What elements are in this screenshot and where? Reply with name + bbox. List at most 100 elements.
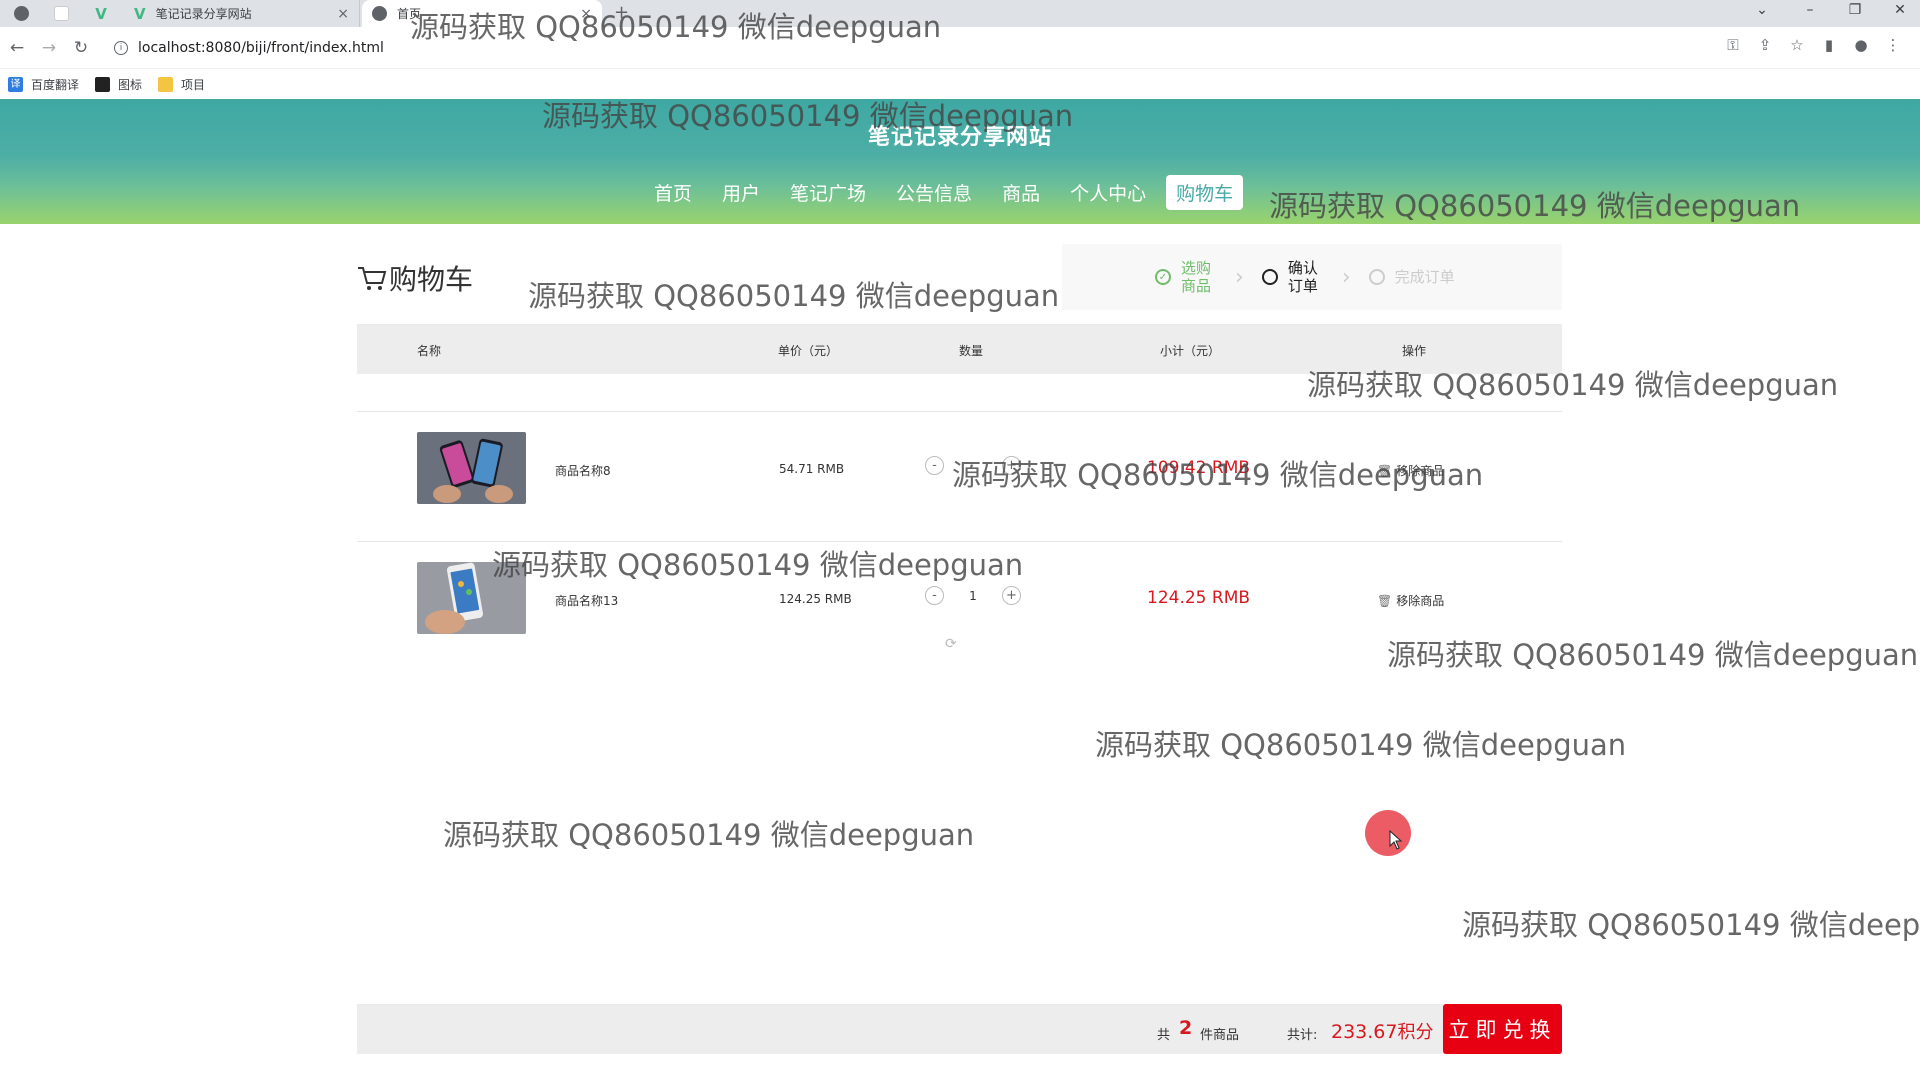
total-amount: 233.67积分 <box>1331 1018 1433 1044</box>
trash-icon: 🗑 <box>1377 593 1393 608</box>
item-count: 2 <box>1179 1017 1193 1039</box>
bookmark-projects[interactable]: 项目 <box>158 76 205 93</box>
redeem-now-button[interactable]: 立即兑换 <box>1443 1004 1562 1054</box>
subtotal: 109.42 RMB <box>1147 458 1251 478</box>
address-bar[interactable]: i localhost:8080/biji/front/index.html <box>106 33 1766 63</box>
chevron-right-icon: › <box>1341 264 1351 290</box>
remove-item-button[interactable]: 🗑 移除商品 <box>1377 462 1444 479</box>
bookmark-label: 百度翻译 <box>31 77 80 92</box>
vue-logo-icon: V <box>134 4 146 23</box>
forward-arrow-icon[interactable]: → <box>37 36 61 60</box>
total-label: 共计: <box>1287 1028 1318 1043</box>
nav-item-home[interactable]: 首页 <box>644 175 702 210</box>
site-header: 笔记记录分享网站 首页 用户 笔记广场 公告信息 商品 个人中心 购物车 <box>0 99 1920 224</box>
increment-button[interactable]: + <box>1002 456 1021 475</box>
column-header-name: 名称 <box>417 344 442 358</box>
remove-label: 移除商品 <box>1396 594 1445 608</box>
remove-label: 移除商品 <box>1396 464 1445 478</box>
remove-item-button[interactable]: 🗑 移除商品 <box>1377 592 1444 609</box>
product-image[interactable] <box>417 432 526 504</box>
profile-avatar-icon[interactable]: ● <box>1845 36 1877 54</box>
image-icon <box>95 76 111 92</box>
bookmark-baidu-translate[interactable]: 译 百度翻译 <box>8 76 79 93</box>
tab-close-icon[interactable]: × <box>580 6 592 22</box>
watermark: 源码获取 QQ86050149 微信deepguan <box>443 818 975 852</box>
watermark: 源码获取 QQ86050149 微信deepguan <box>1095 728 1627 762</box>
new-tab-button[interactable]: + <box>614 2 629 23</box>
subtotal: 124.25 RMB <box>1147 588 1251 608</box>
browser-toolbar: ← → ↻ i localhost:8080/biji/front/index.… <box>0 27 1920 69</box>
pinned-tab[interactable] <box>4 0 38 27</box>
step-label: 选购商品 <box>1181 259 1212 295</box>
side-panel-icon[interactable]: ▮ <box>1813 36 1845 54</box>
page: V V 笔记记录分享网站 × 首页 × + ⌄ – ❐ ✕ ← → ↻ i lo… <box>0 0 1920 1072</box>
nav-item-cart[interactable]: 购物车 <box>1166 175 1244 210</box>
bookmark-icons[interactable]: 图标 <box>95 76 142 93</box>
column-header-qty: 数量 <box>959 344 984 358</box>
menu-dots-icon[interactable]: ⋮ <box>1877 36 1909 54</box>
translate-icon: 译 <box>8 76 23 92</box>
nav-item-notes-square[interactable]: 笔记广场 <box>780 175 876 210</box>
cart-row: 商品名称13 124.25 RMB - 1 + 124.25 RMB 🗑 移除商… <box>357 562 1562 652</box>
minimize-button[interactable]: – <box>1795 2 1825 18</box>
tab-close-icon[interactable]: × <box>337 6 349 22</box>
checkout-steps: ✓ 选购商品 › 确认订单 › 完成订单 <box>1062 244 1562 310</box>
key-icon[interactable]: ⚿ <box>1717 36 1749 54</box>
product-name[interactable]: 商品名称13 <box>555 592 618 609</box>
site-info-icon[interactable]: i <box>114 41 128 55</box>
close-window-button[interactable]: ✕ <box>1885 2 1915 18</box>
divider <box>357 541 1562 542</box>
tab-title: 首页 <box>397 7 422 21</box>
globe-icon <box>13 6 29 21</box>
cart-title-text: 购物车 <box>389 263 474 296</box>
page-title: 购物车 <box>357 258 473 298</box>
quantity-stepper: - 1 + <box>925 586 1021 605</box>
main-nav: 首页 用户 笔记广场 公告信息 商品 个人中心 购物车 <box>644 175 1253 210</box>
product-name[interactable]: 商品名称8 <box>555 462 611 479</box>
back-arrow-icon[interactable]: ← <box>5 36 29 60</box>
tab-home[interactable]: 首页 × <box>362 0 602 27</box>
divider <box>357 411 1562 412</box>
nav-item-products[interactable]: 商品 <box>992 175 1050 210</box>
column-header-subtotal: 小计（元） <box>1160 344 1221 358</box>
decrement-button[interactable]: - <box>925 456 944 475</box>
total-unit: 积分 <box>1397 1022 1434 1043</box>
nav-item-users[interactable]: 用户 <box>712 175 770 210</box>
column-header-price: 单价（元） <box>778 344 839 358</box>
quantity-value[interactable]: 1 <box>944 589 1002 603</box>
blank-page-icon <box>53 6 69 21</box>
step-confirm-order: 确认订单 <box>1261 259 1324 295</box>
bookmark-label: 项目 <box>181 77 206 92</box>
cursor-highlight <box>1365 810 1411 856</box>
watermark: 源码获取 QQ86050149 微信deep <box>1462 908 1920 942</box>
pinned-tab[interactable] <box>44 0 78 27</box>
trash-icon: 🗑 <box>1377 463 1393 478</box>
column-header-action: 操作 <box>1402 344 1427 358</box>
vue-logo-icon: V <box>95 4 107 23</box>
restore-button[interactable]: ❐ <box>1840 2 1870 18</box>
globe-icon <box>372 6 387 21</box>
tab-notes-site[interactable]: V 笔记记录分享网站 × <box>124 0 360 27</box>
nav-item-profile[interactable]: 个人中心 <box>1060 175 1156 210</box>
total-value: 233.67 <box>1331 1021 1398 1043</box>
share-icon[interactable]: ⇪ <box>1749 36 1781 54</box>
tab-title: 笔记记录分享网站 <box>155 7 252 21</box>
mouse-pointer-icon <box>1389 830 1403 850</box>
folder-icon <box>158 76 174 92</box>
watermark: 源码获取 QQ86050149 微信deepguan <box>528 279 1060 313</box>
increment-button[interactable]: + <box>1002 586 1021 605</box>
product-image[interactable] <box>417 562 526 634</box>
browser-tab-strip: V V 笔记记录分享网站 × 首页 × + ⌄ – ❐ ✕ <box>0 0 1920 27</box>
decrement-button[interactable]: - <box>925 586 944 605</box>
pinned-tab[interactable]: V <box>84 0 118 27</box>
cart-summary-bar: 共 2 件商品 共计: 233.67积分 立即兑换 <box>357 1004 1562 1054</box>
bookmarks-bar: 译 百度翻译 图标 项目 <box>0 69 1920 99</box>
url-text: localhost:8080/biji/front/index.html <box>138 40 384 56</box>
item-count-prefix: 共 <box>1157 1028 1171 1043</box>
tab-search-button[interactable]: ⌄ <box>1747 2 1777 18</box>
circle-icon <box>1368 269 1385 285</box>
reload-icon[interactable]: ↻ <box>69 36 93 60</box>
nav-item-announcements[interactable]: 公告信息 <box>886 175 982 210</box>
bookmark-star-icon[interactable]: ☆ <box>1781 36 1813 54</box>
unit-price: 54.71 RMB <box>779 462 845 476</box>
